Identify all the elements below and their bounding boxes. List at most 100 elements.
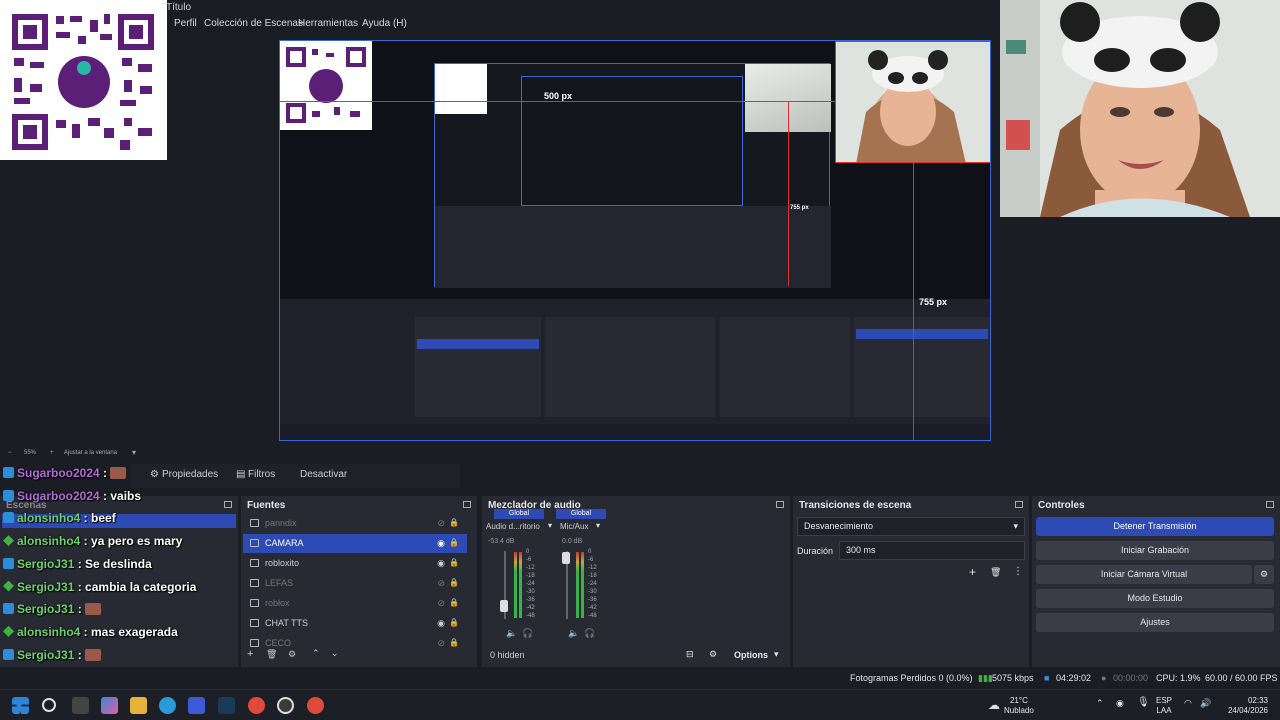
- chat-badge-icon: [3, 648, 14, 660]
- source-row[interactable]: CAMARA ◉ 🔒: [243, 534, 467, 553]
- source-row[interactable]: roblox ⊘ 🔒: [243, 594, 467, 613]
- copilot-icon[interactable]: [101, 697, 118, 714]
- source-row[interactable]: panndix ⊘ 🔒: [243, 514, 467, 533]
- gear-icon[interactable]: ⚙: [709, 649, 717, 660]
- move-up-icon[interactable]: ⌃: [312, 648, 320, 659]
- source-row[interactable]: robloxito ◉ 🔒: [243, 554, 467, 573]
- stop-streaming-button[interactable]: Detener Transmisión: [1036, 517, 1274, 536]
- task-view-icon[interactable]: [72, 697, 89, 714]
- start-virtual-camera-button[interactable]: Iniciar Cámara Virtual: [1036, 565, 1252, 584]
- eye-off-icon[interactable]: ⊘: [437, 578, 445, 589]
- lock-icon[interactable]: 🔒: [449, 578, 459, 587]
- filters-button[interactable]: Filtros: [248, 469, 275, 480]
- start-icon[interactable]: [12, 697, 29, 714]
- preview-qr-source[interactable]: [280, 41, 372, 130]
- headphones-icon[interactable]: 🎧: [522, 628, 533, 639]
- deactivate-button[interactable]: Desactivar: [300, 469, 347, 480]
- lock-icon[interactable]: 🔒: [449, 518, 459, 527]
- lock-icon[interactable]: 🔒: [449, 598, 459, 607]
- chevron-down-icon[interactable]: ▾: [132, 448, 136, 457]
- wifi-icon[interactable]: ◠: [1184, 698, 1192, 709]
- eye-icon[interactable]: ◉: [437, 538, 445, 549]
- chat-text: ya pero es mary: [91, 534, 183, 549]
- lock-icon[interactable]: 🔒: [449, 638, 459, 647]
- mixer-options-button[interactable]: Options: [734, 650, 768, 660]
- move-down-icon[interactable]: ⌄: [331, 648, 339, 659]
- store-icon[interactable]: [188, 697, 205, 714]
- network-icon[interactable]: ◉: [1116, 698, 1124, 709]
- more-options-icon[interactable]: ⋮: [1013, 566, 1023, 577]
- volume-slider-2[interactable]: [562, 552, 570, 564]
- chevron-up-icon[interactable]: ⌃: [1096, 698, 1104, 709]
- speaker-icon[interactable]: 🔈: [568, 628, 579, 639]
- float-icon[interactable]: [1266, 501, 1274, 508]
- eye-icon[interactable]: ◉: [437, 558, 445, 569]
- eye-off-icon[interactable]: ⊘: [437, 638, 445, 649]
- chrome-icon-2[interactable]: [307, 697, 324, 714]
- source-type-icon: [250, 539, 259, 547]
- duration-value: 300 ms: [846, 545, 876, 555]
- menu-coleccion-escenas[interactable]: Colección de Escenas: [204, 18, 303, 29]
- chat-message: SergioJ31 : Se deslinda: [3, 557, 152, 571]
- stream-icon: ■: [1044, 673, 1050, 683]
- trash-icon[interactable]: 🗑: [266, 649, 277, 660]
- source-row[interactable]: LEFAS ⊘ 🔒: [243, 574, 467, 593]
- add-transition-icon[interactable]: +: [969, 565, 976, 579]
- zoom-out-icon[interactable]: −: [8, 450, 12, 456]
- chevron-down-icon: ▾: [1013, 521, 1018, 531]
- fit-window-button[interactable]: Ajustar a la ventana: [64, 450, 117, 456]
- layout-icon[interactable]: ⊟: [686, 649, 694, 660]
- signal-icon: ▮▮▮: [978, 673, 993, 683]
- start-recording-button[interactable]: Iniciar Grabación: [1036, 541, 1274, 560]
- volume-slider-1[interactable]: [500, 600, 508, 612]
- chevron-down-icon[interactable]: ▾: [774, 649, 779, 660]
- language-indicator[interactable]: ESP LAA: [1156, 696, 1172, 716]
- lock-icon[interactable]: 🔒: [449, 538, 459, 547]
- chevron-down-icon[interactable]: ▾: [548, 521, 552, 530]
- microphone-icon[interactable]: 🎙: [1137, 697, 1150, 708]
- edge-icon[interactable]: [159, 697, 176, 714]
- lock-icon[interactable]: 🔒: [449, 558, 459, 567]
- obs-preview[interactable]: 500 px 755 px 755 px: [279, 40, 991, 441]
- measure-line-right: [913, 163, 914, 440]
- volume-icon[interactable]: 🔊: [1200, 698, 1211, 709]
- source-row[interactable]: CHAT TTS ◉ 🔒: [243, 614, 467, 633]
- chat-message: Sugarboo2024 :: [3, 466, 127, 480]
- mixer-tag-1: Global: [494, 509, 544, 519]
- chat-username: Sugarboo2024: [17, 488, 100, 503]
- lock-icon[interactable]: 🔒: [449, 618, 459, 627]
- menu-herramientas[interactable]: Herramientas: [298, 18, 358, 29]
- zoom-in-icon[interactable]: +: [50, 450, 54, 456]
- menu-perfil[interactable]: Perfil: [174, 18, 197, 29]
- duration-spinbox[interactable]: 300 ms: [839, 541, 1025, 560]
- headphones-icon[interactable]: 🎧: [584, 628, 595, 639]
- eye-icon[interactable]: ◉: [437, 618, 445, 629]
- transition-select[interactable]: Desvanecimiento ▾: [797, 517, 1025, 536]
- search-icon[interactable]: [42, 698, 56, 712]
- controls-title: Controles: [1038, 500, 1085, 511]
- chevron-down-icon[interactable]: ▾: [596, 521, 600, 530]
- obs-icon[interactable]: [277, 697, 294, 714]
- float-icon[interactable]: [776, 501, 784, 508]
- file-explorer-icon[interactable]: [130, 697, 147, 714]
- clock[interactable]: 02:33 24/04/2026: [1220, 696, 1268, 716]
- virtual-camera-settings-gear-icon[interactable]: ⚙: [1254, 565, 1274, 584]
- steam-icon[interactable]: [218, 697, 235, 714]
- preview-camera-source[interactable]: [835, 41, 990, 163]
- weather[interactable]: 21°C Nublado: [1004, 696, 1034, 716]
- transition-selected-value: Desvanecimiento: [804, 521, 874, 531]
- float-icon[interactable]: [463, 501, 471, 508]
- studio-mode-button[interactable]: Modo Estudio: [1036, 589, 1274, 608]
- speaker-icon[interactable]: 🔈: [506, 628, 517, 639]
- trash-icon[interactable]: 🗑: [990, 567, 1001, 578]
- controls-dock: Controles Detener Transmisión Iniciar Gr…: [1032, 495, 1280, 667]
- level-meter: [576, 552, 579, 618]
- eye-off-icon[interactable]: ⊘: [437, 518, 445, 529]
- menu-ayuda[interactable]: Ayuda (H): [362, 18, 407, 29]
- source-name: panndix: [265, 518, 297, 528]
- eye-off-icon[interactable]: ⊘: [437, 598, 445, 609]
- gear-icon[interactable]: ⚙: [288, 649, 296, 660]
- settings-button[interactable]: Ajustes: [1036, 613, 1274, 632]
- float-icon[interactable]: [1015, 501, 1023, 508]
- chrome-icon[interactable]: [248, 697, 265, 714]
